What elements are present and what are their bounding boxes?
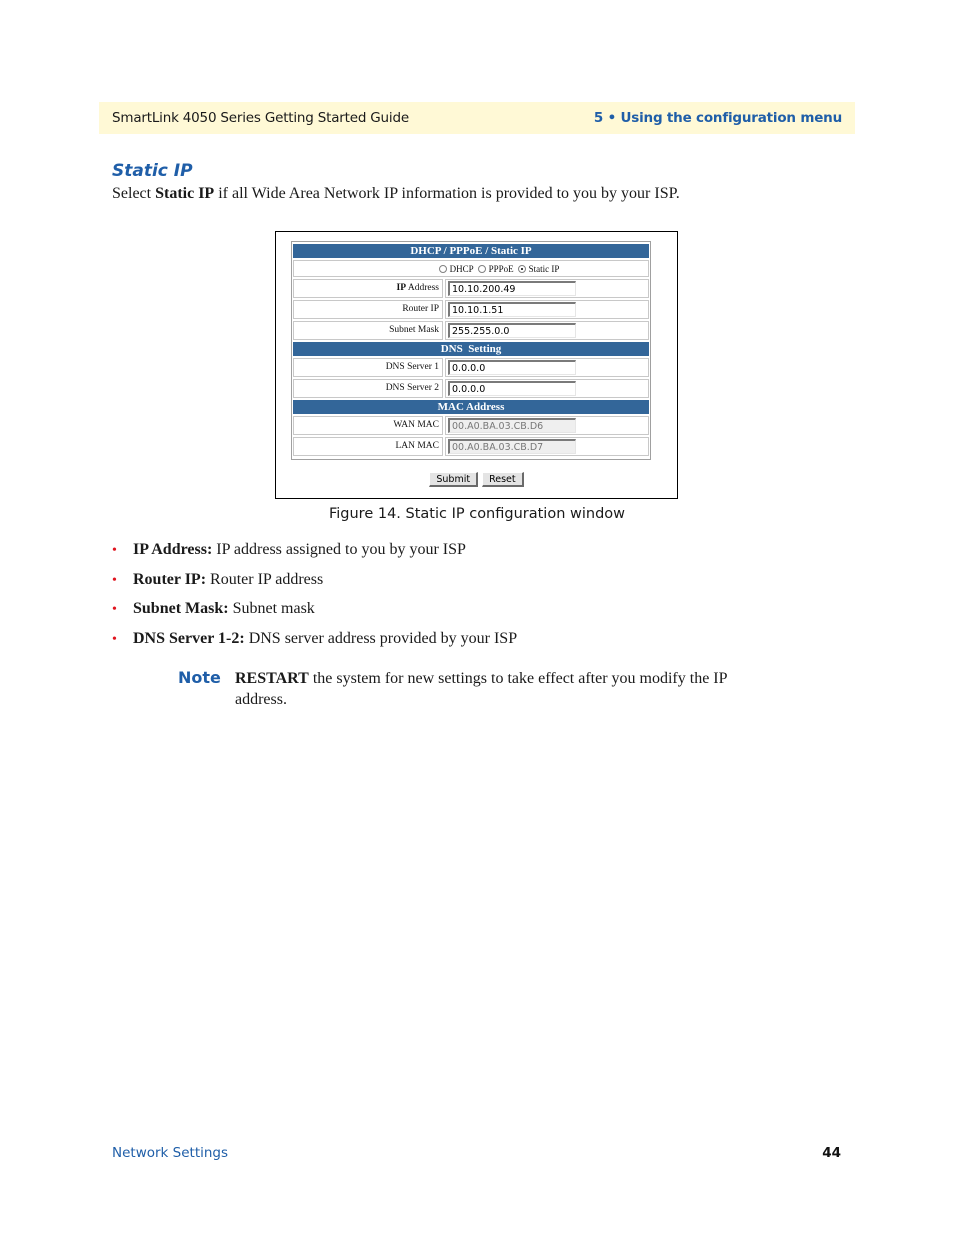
- lan-mac-label: LAN MAC: [293, 437, 443, 456]
- router-ip-label: Router IP: [293, 300, 443, 319]
- note-bold: RESTART: [235, 670, 309, 687]
- bullet-term: DNS Server 1-2:: [133, 629, 245, 647]
- ip-address-cell: [445, 279, 649, 298]
- lan-mac-row: LAN MAC: [293, 437, 649, 456]
- router-ip-cell: [445, 300, 649, 319]
- router-ip-input[interactable]: [448, 302, 576, 317]
- note-text: RESTART the system for new settings to t…: [235, 668, 745, 710]
- radio-label: PPPoE: [488, 263, 514, 274]
- bullet-term: IP Address:: [133, 541, 213, 558]
- mac-address-header: MAC Address: [293, 400, 649, 414]
- radio-label: DHCP: [449, 263, 474, 274]
- figure-caption: Figure 14. Static IP configuration windo…: [328, 506, 626, 522]
- dns-setting-header: DNS Setting: [293, 342, 649, 356]
- bullet-desc: Subnet mask: [228, 600, 315, 617]
- intro-prefix: Select: [112, 185, 156, 202]
- subnet-mask-input[interactable]: [448, 323, 576, 338]
- footer-section: Network Settings: [112, 1145, 229, 1161]
- bullet-list: • IP Address: IP address assigned to you …: [112, 541, 517, 659]
- bullet-icon: •: [112, 543, 117, 558]
- radio-dhcp[interactable]: DHCP: [438, 263, 474, 274]
- dns-server-1-cell: [445, 358, 649, 377]
- dns-server-2-input[interactable]: [448, 381, 576, 396]
- radio-label: Static IP: [528, 263, 560, 274]
- bullet-icon: •: [112, 631, 117, 647]
- dns-server-2-cell: [445, 379, 649, 398]
- chapter-title: 5 • Using the configuration menu: [593, 110, 842, 126]
- radio-static-ip[interactable]: Static IP: [517, 263, 560, 274]
- bullet-icon: •: [112, 602, 117, 617]
- bullet-text: Router IP: Router IP address: [133, 571, 323, 589]
- submit-button[interactable]: Submit: [429, 472, 479, 487]
- wan-mac-label: WAN MAC: [293, 416, 443, 435]
- reset-button[interactable]: Reset: [482, 472, 524, 487]
- dns-server-2-label: DNS Server 2: [293, 379, 443, 398]
- bullet-text: DNS Server 1-2: DNS server address provi…: [133, 630, 517, 648]
- bullet-desc: IP address assigned to you by your ISP: [212, 541, 466, 558]
- radio-checked-icon[interactable]: [517, 264, 526, 273]
- router-ip-row: Router IP: [293, 300, 649, 319]
- dns-server-1-row: DNS Server 1: [293, 358, 649, 377]
- form-buttons: Submit Reset: [276, 472, 677, 487]
- bullet-term: Router IP:: [133, 570, 207, 588]
- radio-circle-icon[interactable]: [477, 264, 486, 273]
- ip-label-bold: IP: [396, 283, 407, 293]
- subnet-mask-label: Subnet Mask: [293, 321, 443, 340]
- radio-pppoe[interactable]: PPPoE: [477, 263, 514, 274]
- list-item: • Router IP: Router IP address: [112, 571, 517, 601]
- dns-server-1-label: DNS Server 1: [293, 358, 443, 377]
- list-item: • IP Address: IP address assigned to you …: [112, 541, 517, 571]
- bullet-desc: Router IP address: [206, 570, 324, 588]
- section-title: Static IP: [112, 161, 193, 181]
- connection-type-radios: DHCP PPPoE Static IP: [293, 260, 649, 277]
- wan-mac-input: [448, 418, 576, 433]
- lan-mac-input: [448, 439, 576, 454]
- figure-static-ip-window: DHCP / PPPoE / Static IP DHCP PPPoE Stat…: [275, 231, 678, 499]
- radio-circle-icon[interactable]: [438, 264, 447, 273]
- running-header: SmartLink 4050 Series Getting Started Gu…: [99, 102, 855, 134]
- lan-mac-cell: [445, 437, 649, 456]
- bullet-term: Subnet Mask:: [133, 600, 229, 617]
- note-body: the system for new settings to take effe…: [235, 670, 727, 708]
- subnet-mask-row: Subnet Mask: [293, 321, 649, 340]
- list-item: • DNS Server 1-2: DNS server address prov…: [112, 630, 517, 660]
- ip-address-row: IP Address: [293, 279, 649, 298]
- connection-type-header: DHCP / PPPoE / Static IP: [293, 244, 649, 258]
- bullet-desc: DNS server address provided by your ISP: [244, 629, 518, 647]
- wan-mac-row: WAN MAC: [293, 416, 649, 435]
- intro-paragraph: Select Static IP if all Wide Area Networ…: [112, 185, 680, 203]
- note-block: Note RESTART the system for new settings…: [178, 668, 745, 710]
- config-form: DHCP / PPPoE / Static IP DHCP PPPoE Stat…: [291, 241, 651, 460]
- ip-address-label: IP Address: [293, 279, 443, 298]
- intro-suffix: if all Wide Area Network IP information …: [214, 185, 680, 202]
- note-label: Note: [178, 668, 221, 687]
- wan-mac-cell: [445, 416, 649, 435]
- list-item: • Subnet Mask: Subnet mask: [112, 600, 517, 630]
- bullet-text: Subnet Mask: Subnet mask: [133, 600, 315, 618]
- bullet-text: IP Address: IP address assigned to you b…: [133, 541, 466, 559]
- dns-server-1-input[interactable]: [448, 360, 576, 375]
- dns-server-2-row: DNS Server 2: [293, 379, 649, 398]
- ip-address-input[interactable]: [448, 281, 576, 296]
- subnet-mask-cell: [445, 321, 649, 340]
- page-number: 44: [822, 1145, 841, 1161]
- intro-bold: Static IP: [155, 185, 215, 202]
- guide-title: SmartLink 4050 Series Getting Started Gu…: [112, 110, 409, 126]
- bullet-icon: •: [112, 572, 117, 588]
- ip-label-rest: Address: [406, 283, 439, 293]
